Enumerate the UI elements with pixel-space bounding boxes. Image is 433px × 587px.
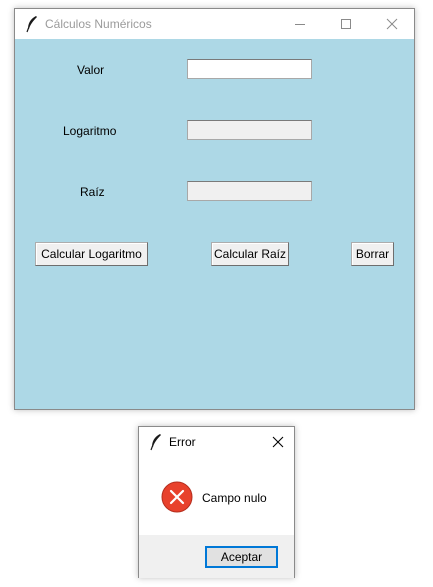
dialog-close-button[interactable]	[267, 431, 289, 453]
main-titlebar[interactable]: Cálculos Numéricos	[15, 9, 414, 39]
raiz-label: Raíz	[80, 185, 105, 199]
logaritmo-output[interactable]	[187, 120, 312, 140]
maximize-icon	[341, 19, 351, 29]
logaritmo-label: Logaritmo	[63, 124, 117, 138]
close-icon	[386, 18, 398, 30]
borrar-button[interactable]: Borrar	[351, 242, 394, 266]
window-title: Cálculos Numéricos	[45, 17, 152, 31]
main-client-area: Valor Logaritmo Raíz Calcular Logaritmo …	[15, 39, 414, 409]
calcular-raiz-button[interactable]: Calcular Raíz	[211, 242, 289, 266]
raiz-output[interactable]	[187, 181, 312, 201]
main-window: Cálculos Numéricos Valor Logaritmo Raíz …	[14, 8, 415, 410]
aceptar-button[interactable]: Aceptar	[205, 546, 278, 568]
error-dialog: Error Campo nulo Aceptar	[138, 426, 295, 578]
error-message: Campo nulo	[202, 491, 267, 505]
maximize-button[interactable]	[323, 9, 369, 39]
minimize-button[interactable]	[277, 9, 323, 39]
feather-icon	[25, 15, 39, 33]
error-icon	[161, 481, 193, 513]
minimize-icon	[295, 24, 305, 25]
close-icon	[272, 436, 284, 448]
valor-input[interactable]	[187, 59, 312, 79]
dialog-title: Error	[169, 435, 196, 449]
close-button[interactable]	[369, 9, 415, 39]
calcular-logaritmo-button[interactable]: Calcular Logaritmo	[35, 242, 148, 266]
valor-label: Valor	[77, 63, 105, 77]
feather-icon	[149, 433, 163, 451]
dialog-footer: Aceptar	[139, 535, 294, 578]
dialog-body: Campo nulo	[139, 457, 294, 535]
dialog-titlebar[interactable]: Error	[139, 427, 294, 457]
